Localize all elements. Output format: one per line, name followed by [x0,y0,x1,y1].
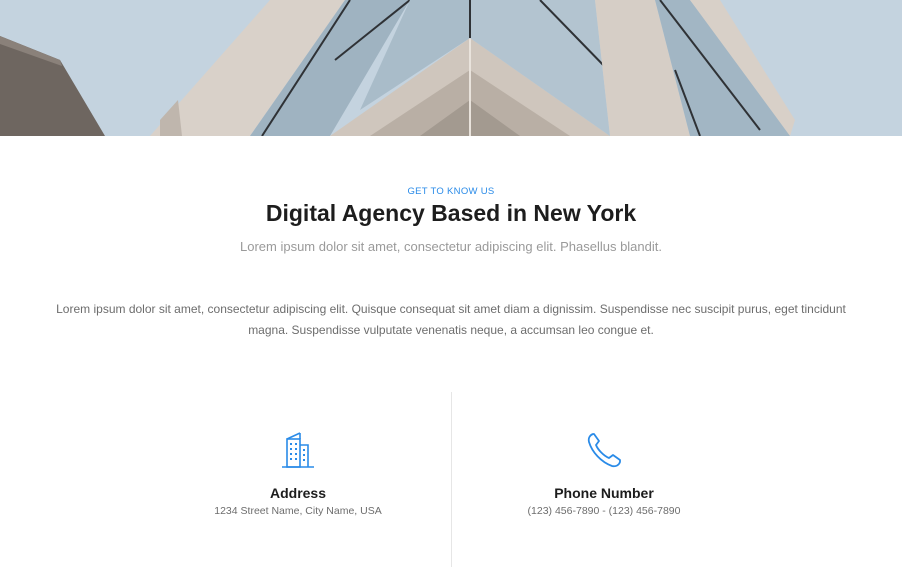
phone-icon [584,430,624,470]
phone-value: (123) 456-7890 - (123) 456-7890 [527,505,681,517]
column-divider [451,392,452,567]
page-title: Digital Agency Based in New York [265,200,637,226]
page-subtitle: Lorem ipsum dolor sit amet, consectetur … [240,239,662,254]
phone-block: Phone Number (123) 456-7890 - (123) 456-… [454,430,754,517]
address-label: Address [269,485,327,501]
hero-image [0,0,902,136]
address-value: 1234 Street Name, City Name, USA [214,505,382,517]
section-eyebrow: GET TO KNOW US [407,186,495,197]
phone-label: Phone Number [554,485,654,501]
building-facade-illustration [0,0,902,136]
building-icon [278,430,318,470]
address-block: Address 1234 Street Name, City Name, USA [148,430,448,517]
intro-paragraph: Lorem ipsum dolor sit amet, consectetur … [56,302,846,337]
